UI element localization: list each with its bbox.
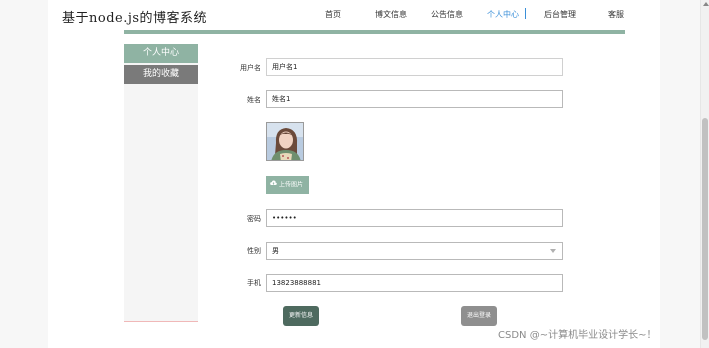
- scroll-thumb[interactable]: [702, 118, 708, 340]
- update-info-button[interactable]: 更新信息: [283, 306, 319, 326]
- nav-active-divider: [525, 8, 526, 19]
- sidebar-item-personal-center[interactable]: 个人中心: [124, 44, 198, 63]
- gender-selected-value: 男: [272, 247, 279, 255]
- password-label: 密码: [247, 215, 261, 223]
- nav-item-home[interactable]: 首页: [325, 9, 341, 20]
- name-label: 姓名: [247, 96, 261, 104]
- nav-item-customer-service[interactable]: 客服: [608, 9, 624, 20]
- left-gutter: [0, 0, 48, 348]
- cloud-upload-icon: [270, 176, 277, 194]
- nav-item-personal-center[interactable]: 个人中心: [487, 9, 519, 20]
- site-header: 基于node.js的博客系统 首页 博文信息 公告信息 个人中心 后台管理 客服: [48, 0, 660, 34]
- header-accent-bar: [124, 30, 625, 34]
- phone-label: 手机: [247, 279, 261, 287]
- right-gutter: [660, 0, 700, 348]
- phone-field[interactable]: 13823888881: [266, 274, 563, 292]
- upload-image-label: 上传图片: [279, 181, 304, 189]
- avatar-image: [266, 122, 304, 161]
- vertical-scrollbar[interactable]: [700, 0, 709, 348]
- csdn-watermark: CSDN @~计算机毕业设计学长~！: [498, 330, 657, 341]
- password-field[interactable]: ••••••: [266, 209, 563, 227]
- gender-label: 性别: [247, 247, 261, 255]
- username-field[interactable]: 用户名1: [266, 58, 563, 76]
- sidebar: 个人中心 我的收藏: [124, 44, 198, 322]
- upload-image-button[interactable]: 上传图片: [266, 176, 309, 194]
- nav-item-admin[interactable]: 后台管理: [544, 9, 576, 20]
- nav-item-announcements[interactable]: 公告信息: [431, 9, 463, 20]
- chevron-down-icon[interactable]: [550, 249, 556, 253]
- gender-select[interactable]: 男: [266, 242, 563, 260]
- name-field[interactable]: 姓名1: [266, 90, 563, 108]
- logout-button[interactable]: 退出登录: [461, 306, 497, 326]
- scroll-up-arrow-icon[interactable]: [703, 2, 709, 6]
- nav-item-blog-posts[interactable]: 博文信息: [375, 9, 407, 20]
- sidebar-item-favorites[interactable]: 我的收藏: [124, 65, 198, 84]
- username-label: 用户名: [240, 64, 261, 72]
- page-background: [0, 0, 709, 348]
- avatar-portrait-icon: [267, 123, 303, 160]
- site-title: 基于node.js的博客系统: [62, 11, 208, 26]
